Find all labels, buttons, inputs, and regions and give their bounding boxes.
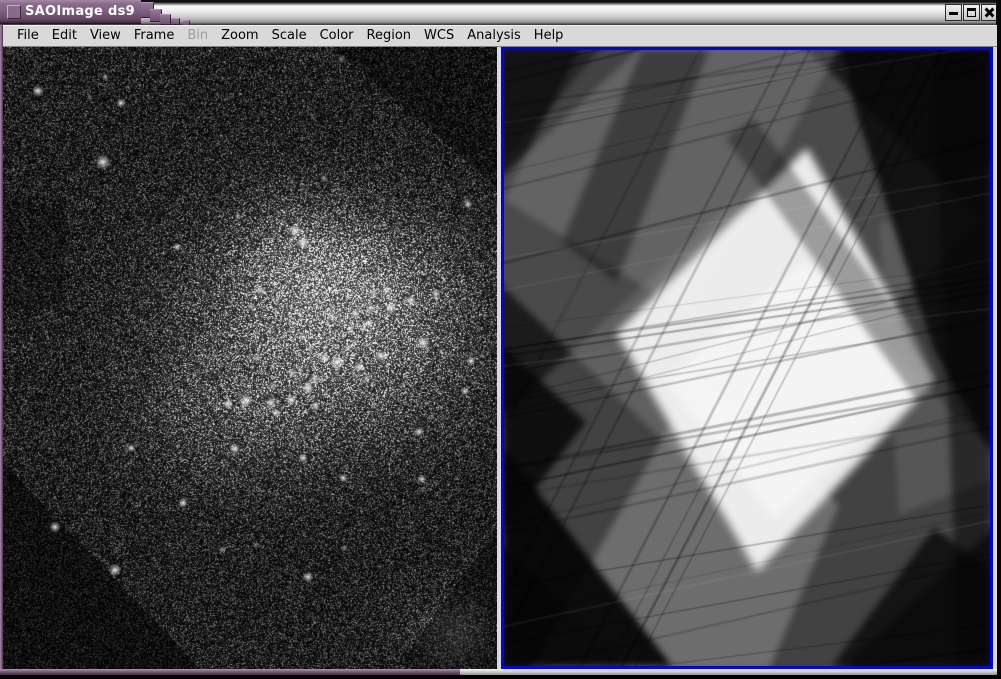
menu-zoom[interactable]: Zoom [215,26,264,46]
maximize-icon [967,8,976,17]
titlebar-tab: SAOImage ds9 [0,0,141,24]
menu-file[interactable]: File [11,26,45,46]
minimize-icon [949,12,958,15]
window-controls [944,4,998,21]
window-border-right [997,0,1001,679]
titlebar-step-decoration [160,14,171,25]
ds9-window: SAOImage ds9 File Edit View Frame Bin Zo… [0,0,1001,679]
image-frame-starfield[interactable] [3,47,497,669]
menu-wcs[interactable]: WCS [418,26,460,46]
menu-help[interactable]: Help [528,26,570,46]
menubar: File Edit View Frame Bin Zoom Scale Colo… [3,25,997,47]
menu-edit[interactable]: Edit [46,26,83,46]
image-frame-exposure-map-active[interactable] [501,47,993,669]
menu-scale[interactable]: Scale [266,26,313,46]
menu-color[interactable]: Color [314,26,360,46]
window-title: SAOImage ds9 [25,4,135,19]
menu-view[interactable]: View [84,26,127,46]
titlebar[interactable]: SAOImage ds9 [0,0,1001,25]
minimize-button[interactable] [945,4,962,21]
menu-bin: Bin [181,26,214,46]
menu-region[interactable]: Region [361,26,418,46]
app-background-strip [993,47,997,669]
window-shadow-bottom [0,675,1001,679]
window-menu-icon[interactable] [7,5,21,19]
titlebar-step-decoration [171,18,180,25]
maximize-button[interactable] [963,4,980,21]
menu-analysis[interactable]: Analysis [461,26,527,46]
menu-frame[interactable]: Frame [128,26,181,46]
